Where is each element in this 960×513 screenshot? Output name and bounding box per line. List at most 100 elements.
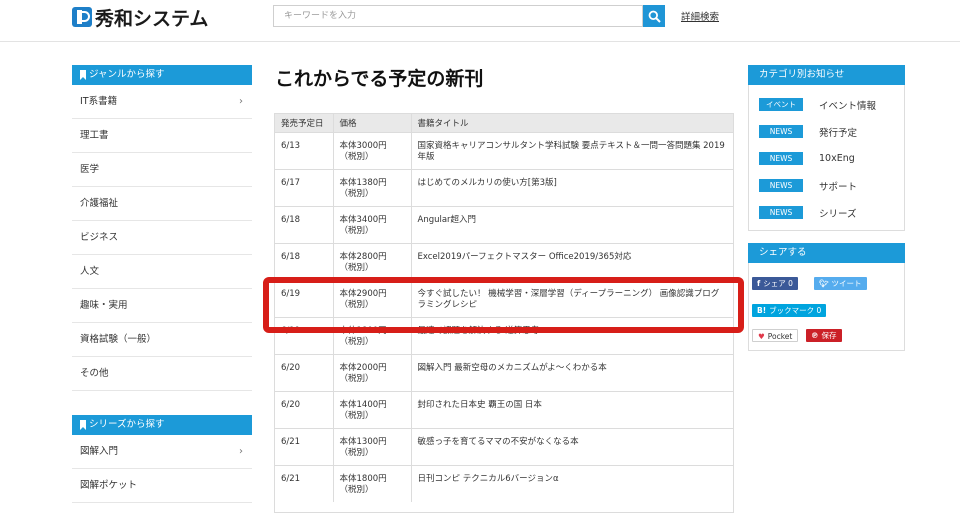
price-cell: 本体2000円 （税別） [332,353,411,391]
news-tag: NEWS [759,206,803,219]
book-title[interactable]: 最速で課題を解決する 逆算思考 [418,326,540,336]
table-row[interactable]: 6/20 本体1400円 （税別） 封印された日本史 覇王の国 日本 [275,390,733,428]
news-item[interactable]: イベント イベント情報 [749,91,904,118]
table-row[interactable]: 6/21 本体1300円 （税別） 敏感っ子を育てるママの不安がなくなる本 [275,427,733,465]
tax-note: （税別） [339,262,374,273]
book-title[interactable]: 図解入門 最新空母のメカニズムがよ～くわかる本 [418,363,607,373]
table-row[interactable]: 6/17 本体1380円 （税別） はじめてのメルカリの使い方[第3版] [275,168,733,206]
search-input[interactable] [273,5,643,27]
book-title-cell[interactable]: 日刊コンピ テクニカル6バージョンα [410,464,733,502]
book-title-cell[interactable]: 図解入門 最新空母のメカニズムがよ～くわかる本 [410,353,733,391]
series-item[interactable]: 図解入門 › [72,435,252,469]
search-icon [648,10,661,23]
facebook-share-button[interactable]: f シェア 0 [752,277,798,290]
price: 本体3000円 [339,140,387,151]
genre-item[interactable]: IT系書籍 › [72,85,252,119]
book-title[interactable]: 封印された日本史 覇王の国 日本 [418,400,542,410]
pocket-icon: ♥ [758,332,765,341]
logo-mark-icon [72,7,92,27]
category-news-box: イベント イベント情報 NEWS 発行予定 NEWS 10xEng NEWS サポート … [748,85,905,231]
advanced-search-link[interactable]: 詳細検索 [681,9,719,23]
genre-heading: ジャンルから探す [72,65,252,85]
price-cell: 本体1400円 （税別） [332,390,411,428]
column-header: 発売予定日 [275,114,333,132]
table-row[interactable]: 6/13 本体3000円 （税別） 国家資格キャリアコンサルタント学科試験 要点テキス… [275,131,733,169]
genre-item[interactable]: 人文 [72,255,252,289]
tax-note: （税別） [339,484,374,495]
price-cell: 本体1800円 （税別） [332,464,411,502]
genre-item[interactable]: 趣味・実用 [72,289,252,323]
release-date: 6/19 [275,279,333,317]
book-title-cell[interactable]: はじめてのメルカリの使い方[第3版] [410,168,733,206]
site-header: 秀和システム 詳細検索 [0,0,960,42]
twitter-icon: 🐦︎ [819,279,829,288]
price: 本体3400円 [339,214,387,225]
news-item[interactable]: NEWS 発行予定 [749,118,904,145]
news-item[interactable]: NEWS 10xEng [749,145,904,172]
book-title[interactable]: Angular超入門 [418,215,477,225]
twitter-share-button[interactable]: 🐦︎ ツイート [814,277,867,290]
series-item[interactable]: 図解ポケット [72,469,252,503]
tax-note: （税別） [339,151,374,162]
release-date: 6/18 [275,205,333,243]
book-title-cell[interactable]: Angular超入門 [410,205,733,243]
book-title[interactable]: はじめてのメルカリの使い方[第3版] [418,178,557,188]
facebook-icon: f [757,279,761,288]
share-heading: シェアする [748,243,905,263]
book-title-cell[interactable]: Excel2019パーフェクトマスター Office2019/365対応 [410,242,733,280]
genre-item[interactable]: 医学 [72,153,252,187]
genre-item[interactable]: ビジネス [72,221,252,255]
book-title-cell[interactable]: 今すぐ試したい！ 機械学習・深層学習（ディープラーニング） 画像認識プログラミン… [410,279,733,317]
genre-item[interactable]: その他 [72,357,252,391]
price: 本体1800円 [339,473,387,484]
news-tag: イベント [759,98,803,111]
book-title-cell[interactable]: 封印された日本史 覇王の国 日本 [410,390,733,428]
book-title[interactable]: 日刊コンピ テクニカル6バージョンα [418,474,559,484]
table-row[interactable]: 6/20 本体2000円 （税別） 図解入門 最新空母のメカニズムがよ～くわかる本 [275,353,733,391]
tax-note: （税別） [339,188,374,199]
pinterest-save-button[interactable]: ℗ 保存 [806,329,842,342]
pinterest-icon: ℗ [811,331,819,340]
release-date: 6/21 [275,464,333,502]
news-tag: NEWS [759,152,803,165]
book-title-cell[interactable]: 国家資格キャリアコンサルタント学科試験 要点テキスト＆一問一答問題集 2019年… [410,131,733,169]
book-title[interactable]: Excel2019パーフェクトマスター Office2019/365対応 [418,252,632,262]
price-cell: 本体2800円 （税別） [332,242,411,280]
price: 本体1380円 [339,177,387,188]
news-item[interactable]: NEWS サポート [749,172,904,199]
column-header: 価格 [332,114,411,132]
news-tag: NEWS [759,125,803,138]
genre-item[interactable]: 資格試験（一般） [72,323,252,357]
logo-text: 秀和システム [95,7,209,30]
book-title[interactable]: 今すぐ試したい！ 機械学習・深層学習（ディープラーニング） 画像認識プログラミン… [418,289,720,310]
pocket-button[interactable]: ♥ Pocket [752,329,799,342]
new-releases-table: 発売予定日 価格 書籍タイトル 6/13 本体3000円 （税別） 国家資格キャリアコ… [274,113,734,513]
tax-note: （税別） [339,447,374,458]
chevron-right-icon: › [239,446,243,457]
release-date: 6/20 [275,353,333,391]
table-row[interactable]: 6/18 本体3400円 （税別） Angular超入門 [275,205,733,243]
hatena-bookmark-button[interactable]: B! ブックマーク 0 [752,304,827,317]
price: 本体2000円 [339,362,387,373]
table-row[interactable]: 6/18 本体2800円 （税別） Excel2019パーフェクトマスター Offic… [275,242,733,280]
table-row[interactable]: 6/21 本体1800円 （税別） 日刊コンピ テクニカル6バージョンα [275,464,733,502]
release-date: 6/18 [275,242,333,280]
book-title[interactable]: 国家資格キャリアコンサルタント学科試験 要点テキスト＆一問一答問題集 2019年… [418,141,725,162]
page-title: これからでる予定の新刊 [275,68,484,90]
book-title-cell[interactable]: 最速で課題を解決する 逆算思考 [410,316,733,354]
search-button[interactable] [643,5,665,27]
tax-note: （税別） [339,336,374,347]
table-row[interactable]: 6/19 本体2900円 （税別） 今すぐ試したい！ 機械学習・深層学習（ディープラー… [275,279,733,317]
release-date: 6/21 [275,427,333,465]
genre-item[interactable]: 理工書 [72,119,252,153]
genre-item[interactable]: 介護福祉 [72,187,252,221]
book-title-cell[interactable]: 敏感っ子を育てるママの不安がなくなる本 [410,427,733,465]
price: 本体2900円 [339,288,387,299]
book-title[interactable]: 敏感っ子を育てるママの不安がなくなる本 [418,437,579,447]
site-logo[interactable]: 秀和システム [72,6,209,30]
tax-note: （税別） [339,299,374,310]
category-news-heading: カテゴリ別お知らせ [748,65,905,85]
price: 本体1800円 [339,325,387,336]
table-row[interactable]: 6/19 本体1800円 （税別） 最速で課題を解決する 逆算思考 [275,316,733,354]
news-item[interactable]: NEWS シリーズ [749,199,904,226]
